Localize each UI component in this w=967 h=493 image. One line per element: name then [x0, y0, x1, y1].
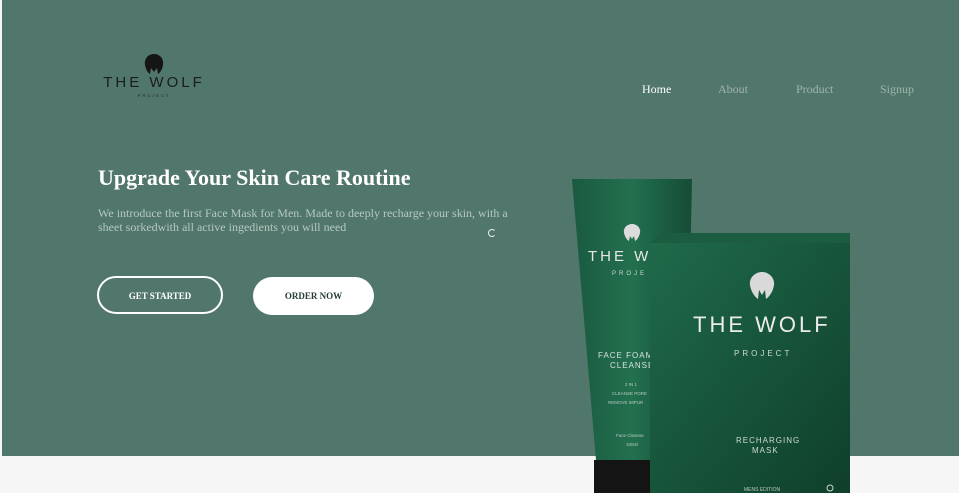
hero-intro: We introduce the first Face Mask for Men… — [98, 206, 508, 234]
nav-about-link[interactable]: About — [718, 82, 748, 97]
tube-sub: PROJE — [612, 271, 647, 277]
hero-headline: Upgrade Your Skin Care Routine — [98, 165, 411, 190]
order-now-button[interactable]: ORDER NOW — [253, 277, 374, 315]
tube-line2: CLEANSE — [610, 361, 654, 370]
mask-box: THE WOLF PROJECT RECHARGING MASK MENS ED… — [650, 233, 850, 493]
wolf-icon — [144, 54, 164, 74]
get-started-button[interactable]: GET STARTED — [97, 276, 223, 314]
tube-line1: FACE FOAM — [598, 351, 653, 360]
tube-volume1: Face Cleanse — [616, 433, 644, 438]
tube-detail3: REMOVE IMPUR — [608, 400, 644, 405]
brand-subtitle: PROJECT — [137, 93, 171, 98]
tube-detail2: CLEANSE PORE — [612, 391, 647, 396]
box-sub: PROJECT — [734, 349, 792, 358]
nav-signup-link[interactable]: Signup — [880, 82, 914, 97]
box-edition: MENS EDITION — [744, 487, 781, 493]
nav-product-link[interactable]: Product — [796, 82, 833, 97]
nav-home-link[interactable]: Home — [642, 82, 671, 97]
tube-detail1: 2 IN 1 — [625, 382, 638, 387]
loading-spinner-icon — [488, 229, 496, 237]
brand-logo[interactable]: THE WOLF PROJECT — [98, 53, 210, 115]
box-brand: THE WOLF — [693, 312, 831, 337]
box-line2: MASK — [752, 446, 779, 455]
brand-name: THE WOLF — [103, 74, 205, 91]
tube-volume2: 100ml — [626, 442, 638, 447]
product-image: THE WOL PROJE FACE FOAM CLEANSE 2 IN 1 C… — [572, 179, 850, 493]
page-edge — [959, 0, 967, 493]
box-line1: RECHARGING — [736, 436, 800, 445]
